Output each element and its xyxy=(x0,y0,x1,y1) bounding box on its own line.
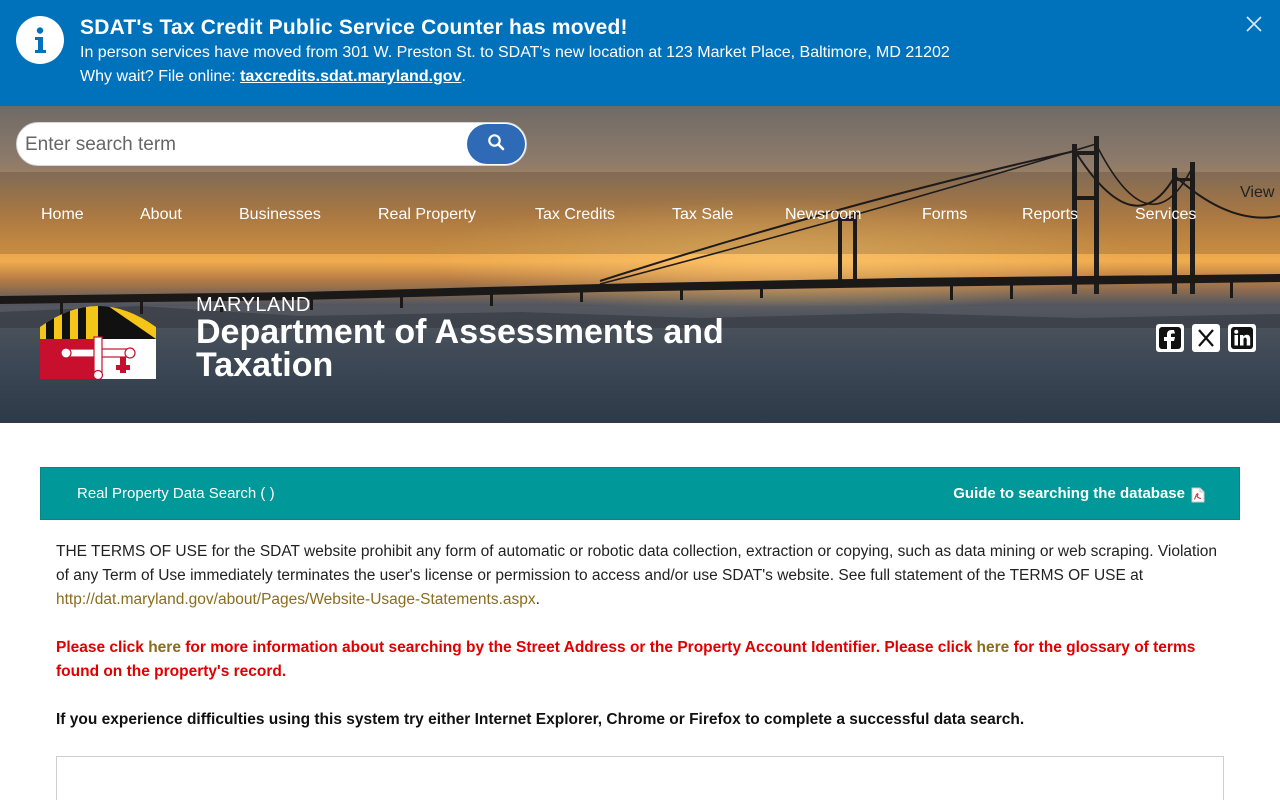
close-icon[interactable] xyxy=(1242,12,1266,36)
search-help-here-link[interactable]: here xyxy=(148,639,181,656)
info-icon xyxy=(16,16,64,64)
terms-suffix: . xyxy=(535,591,540,608)
glossary-here-link[interactable]: here xyxy=(977,639,1010,656)
search-button[interactable] xyxy=(467,124,525,164)
pdf-icon[interactable] xyxy=(1191,487,1205,503)
header-hero: Home About Businesses Real Property Tax … xyxy=(0,106,1280,423)
nav-item-services[interactable]: Services xyxy=(1135,206,1196,224)
taxcredits-link[interactable]: taxcredits.sdat.maryland.gov xyxy=(240,68,461,85)
nav-item-about[interactable]: About xyxy=(140,206,182,224)
search-icon xyxy=(487,133,505,156)
data-search-title: Real Property Data Search ( ) xyxy=(77,485,275,502)
nav-item-reports[interactable]: Reports xyxy=(1022,206,1078,224)
maryland-flag-logo[interactable] xyxy=(40,299,156,379)
alert-online-prefix: Why wait? File online: xyxy=(80,68,241,85)
help-text-1: Please click xyxy=(56,639,149,656)
terms-text: THE TERMS OF USE for the SDAT website pr… xyxy=(56,543,1218,584)
nav-item-businesses[interactable]: Businesses xyxy=(239,206,321,224)
nav-item-real-property[interactable]: Real Property xyxy=(378,206,476,224)
nav-item-tax-sale[interactable]: Tax Sale xyxy=(672,206,733,224)
search-input[interactable] xyxy=(25,129,465,161)
facebook-icon[interactable] xyxy=(1156,324,1184,352)
brand-name[interactable]: Department of Assessments and Taxation xyxy=(196,315,836,382)
data-search-header: Real Property Data Search ( ) Guide to s… xyxy=(40,467,1240,520)
search-help-notice: Please click here for more information a… xyxy=(56,636,1226,684)
search-guide-link[interactable]: Guide to searching the database xyxy=(953,485,1185,502)
search-form-panel xyxy=(56,756,1224,800)
main-content: THE TERMS OF USE for the SDAT website pr… xyxy=(56,540,1226,732)
terms-of-use-notice: THE TERMS OF USE for the SDAT website pr… xyxy=(56,540,1226,612)
nav-item-forms[interactable]: Forms xyxy=(922,206,967,224)
main-nav: Home About Businesses Real Property Tax … xyxy=(0,206,1280,230)
help-text-2: for more information about searching by … xyxy=(180,639,977,656)
alert-online-suffix: . xyxy=(461,68,466,85)
search-bar xyxy=(16,122,527,166)
terms-of-use-link[interactable]: http://dat.maryland.gov/about/Pages/Webs… xyxy=(56,591,536,608)
browser-note: If you experience difficulties using thi… xyxy=(56,711,1025,728)
nav-item-newsroom[interactable]: Newsroom xyxy=(785,206,861,224)
nav-item-home[interactable]: Home xyxy=(41,206,84,224)
linkedin-icon[interactable] xyxy=(1228,324,1256,352)
nav-item-tax-credits[interactable]: Tax Credits xyxy=(535,206,615,224)
alert-online-line: Why wait? File online: taxcredits.sdat.m… xyxy=(80,68,466,86)
alert-banner: SDAT's Tax Credit Public Service Counter… xyxy=(0,0,1280,106)
x-twitter-icon[interactable] xyxy=(1192,324,1220,352)
view-toggle[interactable]: View xyxy=(1240,184,1274,202)
alert-message: In person services have moved from 301 W… xyxy=(80,44,950,61)
alert-title: SDAT's Tax Credit Public Service Counter… xyxy=(80,16,628,39)
